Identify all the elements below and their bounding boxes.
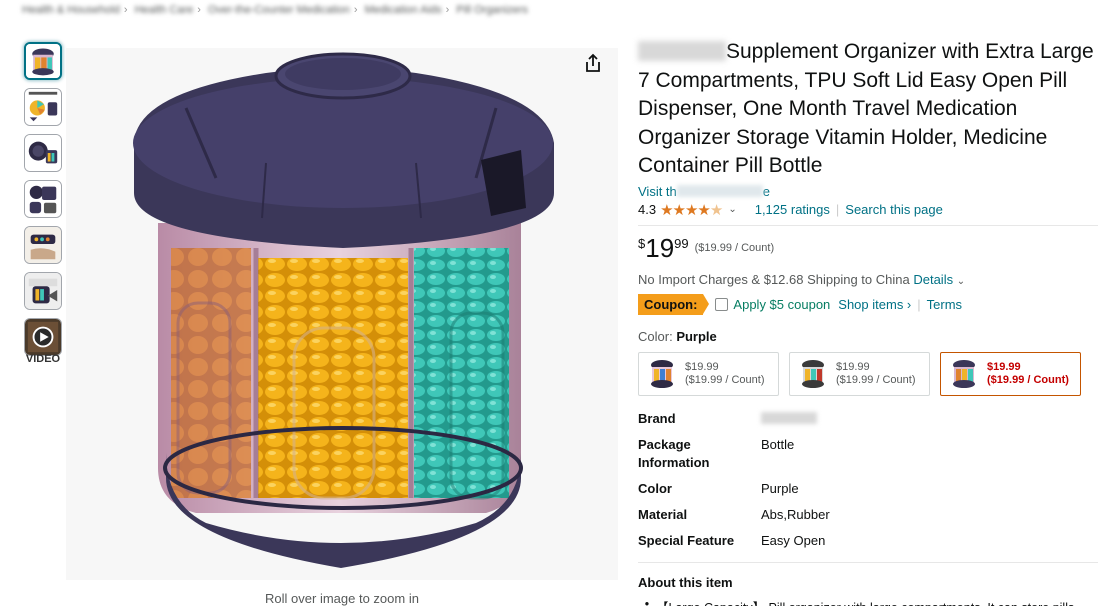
coupon-checkbox[interactable] (715, 297, 729, 311)
product-specs: Brand Package Information Bottle Color P… (638, 406, 1098, 554)
variant-thumbnail (651, 359, 673, 388)
thumbnail-open[interactable] (24, 134, 62, 172)
ratings-count-link[interactable]: 1,125 ratings (755, 202, 830, 217)
coupon-row: Coupon: Apply $5 coupon Shop items › | T… (638, 293, 1098, 315)
shipping-info: No Import Charges & $12.68 Shipping to C… (638, 271, 966, 287)
variant-option[interactable]: $19.99 ($19.99 / Count) (638, 351, 779, 396)
coupon-badge: Coupon: (638, 293, 710, 315)
thumbnail-hand[interactable] (24, 226, 62, 264)
thumbnail-travel[interactable] (24, 272, 62, 310)
product-details: Supplement Organizer with Extra Large 7 … (638, 38, 1098, 606)
terms-link[interactable]: Terms (927, 297, 962, 312)
variant-thumbnail (802, 359, 824, 388)
thumbnail-video[interactable] (24, 318, 62, 356)
rating-value: 4.3 (638, 202, 657, 217)
variant-option-selected[interactable]: $19.99 ($19.99 / Count) (940, 351, 1081, 396)
brand-redacted (761, 411, 817, 424)
price-per-unit: ($19.99 / Count) (694, 241, 775, 254)
spec-row: Color Purple (638, 480, 799, 496)
thumbnail-main[interactable] (24, 42, 62, 80)
brand-name-redacted (638, 41, 726, 61)
thumbnail-lifestyle[interactable] (24, 180, 62, 218)
shop-items-link[interactable]: Shop items › (838, 297, 911, 312)
about-item: •【Large Capacity】 Pill organizer with la… (644, 596, 1074, 606)
zoom-hint: Roll over image to zoom in (265, 591, 419, 606)
breadcrumb-item[interactable]: Health & Household (22, 4, 120, 16)
spec-row: Package Information Bottle (638, 436, 795, 470)
chevron-down-icon[interactable]: ⌄ (728, 204, 736, 215)
about-title: About this item (638, 574, 733, 590)
spec-row: Brand (638, 406, 1098, 432)
color-variants: $19.99 ($19.99 / Count) $19.99 ($19.99 / C… (638, 351, 1098, 396)
divider (638, 224, 1098, 226)
color-selector-label: Color: Purple (638, 328, 717, 344)
store-link[interactable]: Visit th e (638, 184, 1098, 199)
spec-row: Special Feature Easy Open (638, 532, 826, 548)
breadcrumb-item[interactable]: Medication Aids (365, 4, 442, 16)
thumbnail-info[interactable] (24, 88, 62, 126)
star-rating-icon[interactable]: ★★★★★ (660, 201, 723, 219)
share-icon[interactable] (582, 52, 604, 74)
video-label: VIDEO (25, 353, 61, 365)
rating-row: 4.3 ★★★★★ ⌄ 1,125 ratings | Search this … (638, 201, 943, 219)
breadcrumb-item[interactable]: Health Care (135, 4, 194, 16)
thumbnail-list (24, 42, 64, 364)
product-title: Supplement Organizer with Extra Large 7 … (638, 40, 1094, 177)
price: $ 19 99 ($19.99 / Count) (638, 232, 775, 263)
shipping-details-link[interactable]: Details (913, 272, 953, 287)
search-page-link[interactable]: Search this page (845, 202, 943, 217)
chevron-down-icon[interactable]: ⌄ (957, 276, 965, 287)
divider (638, 561, 1098, 563)
breadcrumb-item[interactable]: Over-the-Counter Medication (208, 4, 350, 16)
breadcrumb-item[interactable]: Pill Organizers (456, 4, 528, 16)
apply-coupon-label[interactable]: Apply $5 coupon (733, 297, 830, 312)
variant-option[interactable]: $19.99 ($19.99 / Count) (789, 351, 930, 396)
main-product-image[interactable] (66, 48, 618, 580)
breadcrumb: Health & Household › Health Care › Over-th… (22, 4, 528, 16)
variant-thumbnail (953, 359, 975, 388)
spec-row: Material Abs,Rubber (638, 506, 830, 522)
